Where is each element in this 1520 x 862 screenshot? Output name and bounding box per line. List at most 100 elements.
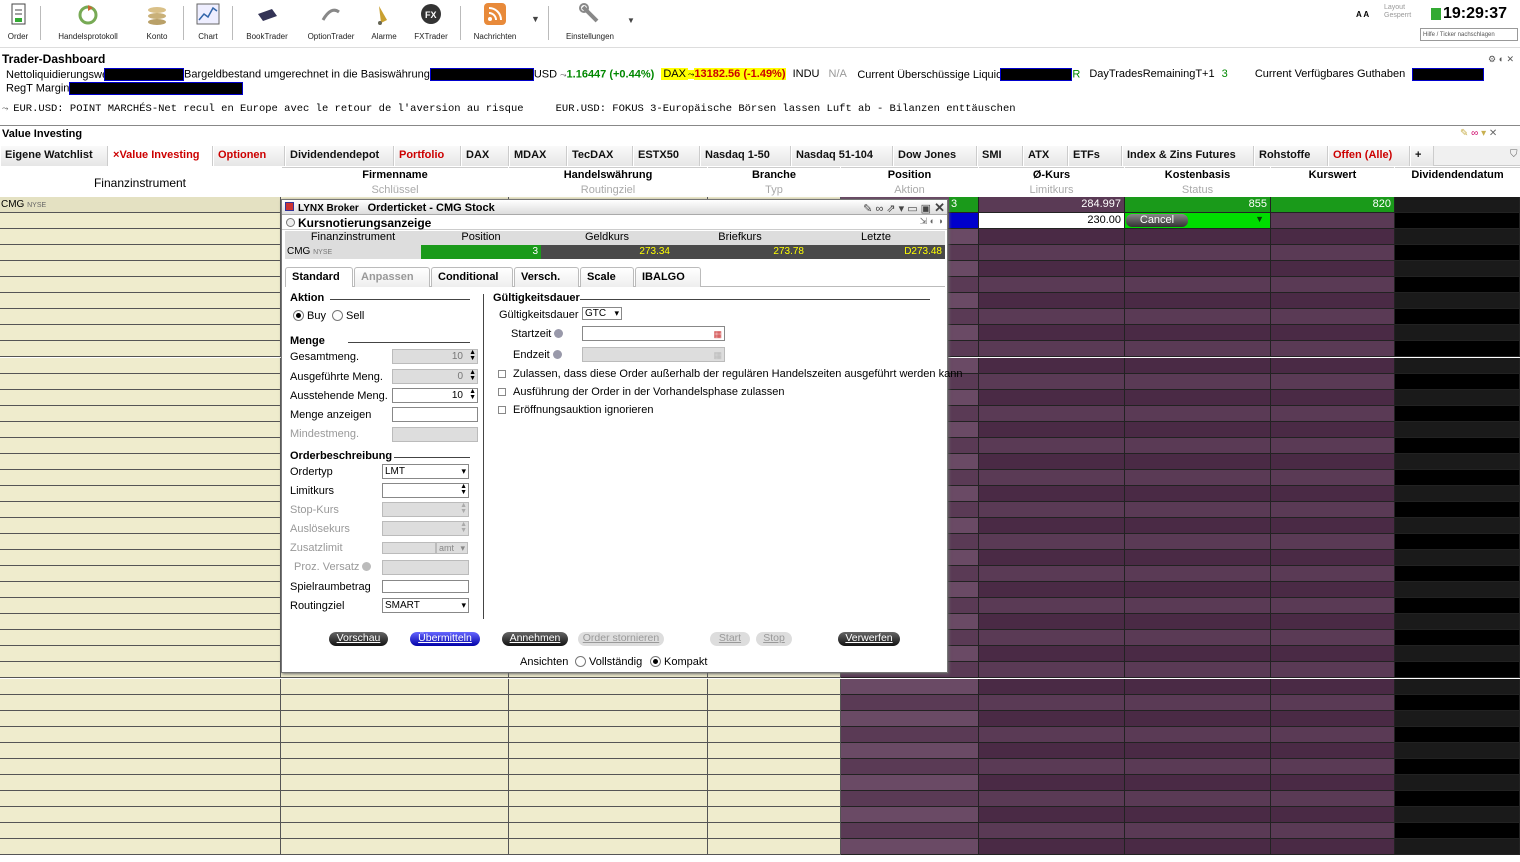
sell-radio-icon[interactable] (332, 310, 343, 321)
limit-price-stepper[interactable]: ▲ ▼ (460, 483, 467, 496)
submit-button[interactable]: Übermitteln (410, 632, 480, 646)
open-qty-input[interactable]: 10 ▲ ▼ (392, 388, 478, 403)
table-row[interactable] (0, 807, 1520, 823)
col-dividend-date[interactable]: Dividendendatum (1395, 167, 1520, 197)
col-cost-basis[interactable]: Kostenbasis Status (1125, 167, 1270, 197)
col-currency[interactable]: Handelswährung Routingziel (509, 167, 707, 197)
alarms-button[interactable]: Alarme (368, 2, 400, 46)
tab-anpassen[interactable]: Anpassen (354, 267, 430, 287)
view-full-radio[interactable]: Vollständig (575, 656, 642, 668)
table-row[interactable] (0, 743, 1520, 759)
dialog-window-controls[interactable]: ✎ ∞ ⇗ ▾ ▭ ▣ ✕ (863, 200, 945, 216)
table-row[interactable] (0, 711, 1520, 727)
order-button[interactable]: Order (4, 2, 32, 46)
quote-symbol[interactable]: CMG NYSE (285, 245, 421, 259)
ticker-search-input[interactable]: Hilfe / Ticker nachschlagen (1420, 28, 1518, 41)
display-qty-input[interactable] (392, 407, 478, 422)
calendar-icon[interactable]: ▦ (713, 328, 722, 341)
quote-panel-icons[interactable]: ⇲ ◐ ◑ (920, 216, 943, 227)
tab-index-zins-futures[interactable]: Index & Zins Futures (1122, 146, 1254, 166)
order-type-select[interactable]: LMT (382, 464, 469, 479)
tab-smi[interactable]: SMI (977, 146, 1023, 166)
opening-auction-checkbox[interactable]: Eröffnungsauktion ignorieren (498, 404, 653, 416)
start-time-input[interactable]: ▦ (582, 326, 725, 341)
view-compact-radio[interactable]: Kompakt (650, 656, 707, 668)
table-row[interactable] (0, 775, 1520, 791)
optiontrader-button[interactable]: OptionTrader (304, 2, 358, 46)
quote-ask[interactable]: 273.78 (673, 245, 807, 259)
tab-conditional[interactable]: Conditional (431, 267, 513, 287)
routing-select[interactable]: SMART (382, 598, 469, 613)
premarket-checkbox[interactable]: Ausführung der Order in der Vorhandelsph… (498, 386, 785, 398)
news-item[interactable]: EUR.USD: POINT MARCHÉS-Net recul en Euro… (13, 103, 523, 115)
settings-dropdown-icon[interactable]: ▼ (627, 16, 635, 25)
dashboard-window-controls[interactable]: ⚙ ◐ ✕ (1488, 54, 1514, 65)
table-row[interactable] (0, 759, 1520, 775)
tab-scale[interactable]: Scale (580, 267, 634, 287)
status-dropdown-icon[interactable]: ▼ (1255, 214, 1264, 224)
dialog-titlebar[interactable]: LYNX Broker Orderticket - CMG Stock ✎ ∞ … (282, 200, 947, 215)
validity-select[interactable]: GTC (582, 307, 622, 320)
buy-radio[interactable]: Buy (293, 310, 326, 322)
news-ticker[interactable]: ⤳ EUR.USD: POINT MARCHÉS-Net recul en Eu… (2, 103, 1016, 115)
tab-etfs[interactable]: ETFs (1068, 146, 1122, 166)
qty-stepper[interactable]: ▲ ▼ (469, 388, 476, 401)
order-row-action[interactable] (949, 213, 978, 228)
tab-ibalgo[interactable]: IBALGO (635, 267, 701, 287)
tab-dow-jones[interactable]: Dow Jones (893, 146, 977, 166)
sell-radio[interactable]: Sell (332, 310, 364, 322)
order-row-limit[interactable]: 230.00 (979, 213, 1124, 228)
col-avg-price[interactable]: Ø-Kurs Limitkurs (979, 167, 1124, 197)
layout-lock[interactable]: Layout Gesperrt (1384, 4, 1411, 20)
account-button[interactable]: Konto (142, 2, 172, 46)
col-company[interactable]: Firmenname Schlüssel (282, 167, 508, 197)
tab-optionen[interactable]: Optionen (213, 146, 285, 166)
panel-tools-icon[interactable]: ✎ ∞ ▾ ✕ (1460, 128, 1497, 139)
order-row-status[interactable]: Cancel ▼ (1125, 213, 1270, 228)
tab-tecdax[interactable]: TecDAX (567, 146, 633, 166)
tab-atx[interactable]: ATX (1023, 146, 1068, 166)
accept-button[interactable]: Annehmen (502, 632, 568, 646)
tab-dividendendepot[interactable]: Dividendendepot (285, 146, 394, 166)
news-item[interactable]: EUR.USD: FOKUS 3-Europäische Börsen lass… (556, 103, 1016, 115)
table-row[interactable] (0, 839, 1520, 855)
quote-bid[interactable]: 273.34 (541, 245, 673, 259)
range-input[interactable] (382, 580, 469, 593)
tab-rohstoffe[interactable]: Rohstoffe (1254, 146, 1328, 166)
col-market-value[interactable]: Kurswert (1271, 167, 1394, 197)
outside-rth-checkbox[interactable]: Zulassen, dass diese Order außerhalb der… (498, 368, 962, 380)
news-button[interactable]: Nachrichten (470, 2, 520, 46)
tab-value-investing[interactable]: ×Value Investing (108, 146, 213, 166)
tab-nasdaq-1-50[interactable]: Nasdaq 1-50 (700, 146, 791, 166)
tab-versch[interactable]: Versch. (514, 267, 579, 287)
preview-button[interactable]: Vorschau (329, 632, 388, 646)
discard-button[interactable]: Verwerfen (838, 632, 900, 646)
chart-button[interactable]: Chart (194, 2, 222, 46)
cancel-order-button[interactable]: Cancel (1126, 214, 1188, 227)
tab-offen-alle[interactable]: Offen (Alle) (1328, 146, 1410, 166)
tab-dax[interactable]: DAX (461, 146, 509, 166)
collapse-icon[interactable] (286, 218, 295, 227)
table-row[interactable] (0, 679, 1520, 695)
booktrader-button[interactable]: BookTrader (244, 2, 290, 46)
tab-eigene-watchlist[interactable]: Eigene Watchlist (0, 146, 108, 166)
help-icon[interactable] (362, 562, 372, 571)
col-sector[interactable]: Branche Typ (708, 167, 840, 197)
settings-button[interactable]: Einstellungen (562, 2, 618, 46)
tab-nasdaq-51-104[interactable]: Nasdaq 51-104 (791, 146, 893, 166)
filter-icon[interactable]: ⛉ (1510, 149, 1518, 160)
table-row[interactable] (0, 823, 1520, 839)
table-row[interactable] (0, 791, 1520, 807)
tab-mdax[interactable]: MDAX (509, 146, 567, 166)
quote-panel-title[interactable]: Kursnotierungsanzeige ⇲ ◐ ◑ (282, 215, 947, 230)
buy-radio-icon[interactable] (293, 310, 304, 321)
tab-portfolio[interactable]: Portfolio (394, 146, 461, 166)
table-row[interactable] (0, 695, 1520, 711)
tab-estx50[interactable]: ESTX50 (633, 146, 700, 166)
table-row[interactable] (0, 727, 1520, 743)
row-instrument[interactable]: CMG NYSE (1, 199, 46, 210)
help-icon[interactable] (554, 329, 564, 338)
news-dropdown-icon[interactable]: ▼ (531, 14, 540, 24)
trade-log-button[interactable]: Handelsprotokoll (54, 2, 122, 46)
limit-price-input[interactable]: ▲ ▼ (382, 483, 469, 498)
